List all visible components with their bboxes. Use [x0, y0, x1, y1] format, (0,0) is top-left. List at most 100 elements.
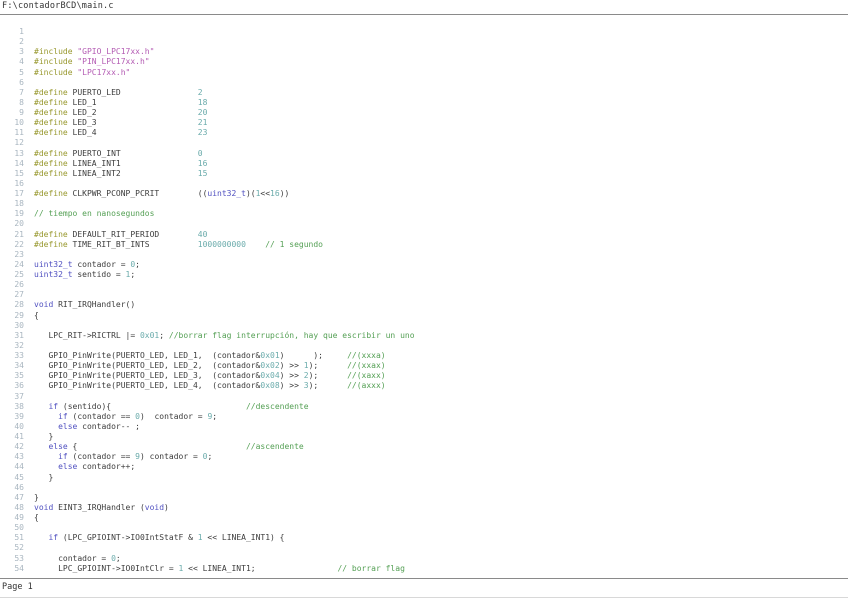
- code-text: #define CLKPWR_PCONP_PCRIT ((uint32_t)(1…: [34, 189, 289, 198]
- line-number: 2: [0, 37, 24, 47]
- line-number: 37: [0, 392, 24, 402]
- file-path-header: F:\contadorBCD\main.c: [2, 1, 114, 11]
- code-text: if (contador == 0) contador = 9;: [34, 412, 217, 421]
- line-number: 4: [0, 57, 24, 67]
- code-line: 53 contador = 0;: [0, 554, 415, 564]
- code-line: 1: [0, 27, 415, 37]
- code-text: void RIT_IRQHandler(): [34, 300, 135, 309]
- line-number: 11: [0, 128, 24, 138]
- line-number: 33: [0, 351, 24, 361]
- code-line: 17#define CLKPWR_PCONP_PCRIT ((uint32_t)…: [0, 189, 415, 199]
- code-text: }: [34, 432, 53, 441]
- code-line: 22#define TIME_RIT_BT_INTS 1000000000 //…: [0, 240, 415, 250]
- line-number: 6: [0, 78, 24, 88]
- code-text: // tiempo en nanosegundos: [34, 209, 154, 218]
- line-number: 38: [0, 402, 24, 412]
- line-number: 5: [0, 68, 24, 78]
- code-line: 41 }: [0, 432, 415, 442]
- line-number: 3: [0, 47, 24, 57]
- code-line: 14#define LINEA_INT1 16: [0, 159, 415, 169]
- code-line: 11 #define LED_4 23: [0, 128, 415, 138]
- line-number: 28: [0, 300, 24, 310]
- code-line: 21#define DEFAULT_RIT_PERIOD 40: [0, 230, 415, 240]
- code-line: 40 else contador-- ;: [0, 422, 415, 432]
- code-text: }: [34, 493, 39, 502]
- code-line: 47}: [0, 493, 415, 503]
- code-line: 3 #include "GPIO_LPC17xx.h": [0, 47, 415, 57]
- code-line: 32: [0, 341, 415, 351]
- code-line: 19// tiempo en nanosegundos: [0, 209, 415, 219]
- code-line: 9 #define LED_2 20: [0, 108, 415, 118]
- code-text: uint32_t sentido = 1;: [34, 270, 135, 279]
- line-number: 9: [0, 108, 24, 118]
- line-number: 53: [0, 554, 24, 564]
- line-number: 13: [0, 149, 24, 159]
- code-line: 49{: [0, 513, 415, 523]
- code-text: uint32_t contador = 0;: [34, 260, 140, 269]
- line-number: 23: [0, 250, 24, 260]
- code-line: 46: [0, 483, 415, 493]
- footer-rule: [0, 578, 848, 579]
- line-number: 41: [0, 432, 24, 442]
- line-number: 46: [0, 483, 24, 493]
- code-line: 12: [0, 138, 415, 148]
- code-text: LPC_GPIOINT->IO0IntClr = 1 << LINEA_INT1…: [34, 564, 405, 573]
- code-text: else contador++;: [34, 462, 135, 471]
- line-number: 14: [0, 159, 24, 169]
- code-line: 48 void EINT3_IRQHandler (void): [0, 503, 415, 513]
- code-line: 30: [0, 321, 415, 331]
- code-text: #include "PIN_LPC17xx.h": [34, 57, 150, 66]
- line-number: 27: [0, 290, 24, 300]
- code-line: 52: [0, 543, 415, 553]
- code-text: #include "LPC17xx.h": [34, 68, 130, 77]
- code-text: void EINT3_IRQHandler (void): [34, 503, 169, 512]
- code-text: #define LED_4 23: [34, 128, 207, 137]
- line-number: 12: [0, 138, 24, 148]
- code-line: 25 uint32_t sentido = 1;: [0, 270, 415, 280]
- code-line: 33 GPIO_PinWrite(PUERTO_LED, LED_1, (con…: [0, 351, 415, 361]
- window-bottom-edge: [0, 597, 848, 598]
- code-line: 34 GPIO_PinWrite(PUERTO_LED, LED_2, (con…: [0, 361, 415, 371]
- line-number: 8: [0, 98, 24, 108]
- line-number: 21: [0, 230, 24, 240]
- code-line: 35 GPIO_PinWrite(PUERTO_LED, LED_3, (con…: [0, 371, 415, 381]
- line-number: 25: [0, 270, 24, 280]
- code-line: 31 LPC_RIT->RICTRL |= 0x01; //borrar fla…: [0, 331, 415, 341]
- line-number: 20: [0, 219, 24, 229]
- code-text: contador = 0;: [34, 554, 121, 563]
- code-text: #include "GPIO_LPC17xx.h": [34, 47, 154, 56]
- line-number: 32: [0, 341, 24, 351]
- line-number: 35: [0, 371, 24, 381]
- code-text: #define LED_2 20: [34, 108, 207, 117]
- code-line: 10#define LED_3 21: [0, 118, 415, 128]
- code-line: 54 LPC_GPIOINT->IO0IntClr = 1 << LINEA_I…: [0, 564, 415, 574]
- code-line: 43 if (contador == 9) contador = 0;: [0, 452, 415, 462]
- code-line: 44 else contador++;: [0, 462, 415, 472]
- line-number: 43: [0, 452, 24, 462]
- line-number: 54: [0, 564, 24, 574]
- line-number: 7: [0, 88, 24, 98]
- code-line: 2: [0, 37, 415, 47]
- code-text: GPIO_PinWrite(PUERTO_LED, LED_2, (contad…: [34, 361, 386, 370]
- line-number: 10: [0, 118, 24, 128]
- code-line: 7#define PUERTO_LED 2: [0, 88, 415, 98]
- line-number: 34: [0, 361, 24, 371]
- code-line: 29{: [0, 311, 415, 321]
- code-line: 16: [0, 179, 415, 189]
- code-line: 6: [0, 78, 415, 88]
- code-text: if (sentido){ //descendente: [34, 402, 309, 411]
- line-number: 36: [0, 381, 24, 391]
- line-number: 52: [0, 543, 24, 553]
- code-line: 27: [0, 290, 415, 300]
- line-number: 48: [0, 503, 24, 513]
- code-line: 42 else { //ascendente: [0, 442, 415, 452]
- code-line: 51 if (LPC_GPIOINT->IO0IntStatF & 1 << L…: [0, 533, 415, 543]
- code-line: 39 if (contador == 0) contador = 9;: [0, 412, 415, 422]
- code-line: 36 GPIO_PinWrite(PUERTO_LED, LED_4, (con…: [0, 381, 415, 391]
- code-line: 23: [0, 250, 415, 260]
- code-line: 15#define LINEA_INT2 15: [0, 169, 415, 179]
- line-number: 49: [0, 513, 24, 523]
- line-number: 50: [0, 523, 24, 533]
- code-line: 50: [0, 523, 415, 533]
- line-number: 51: [0, 533, 24, 543]
